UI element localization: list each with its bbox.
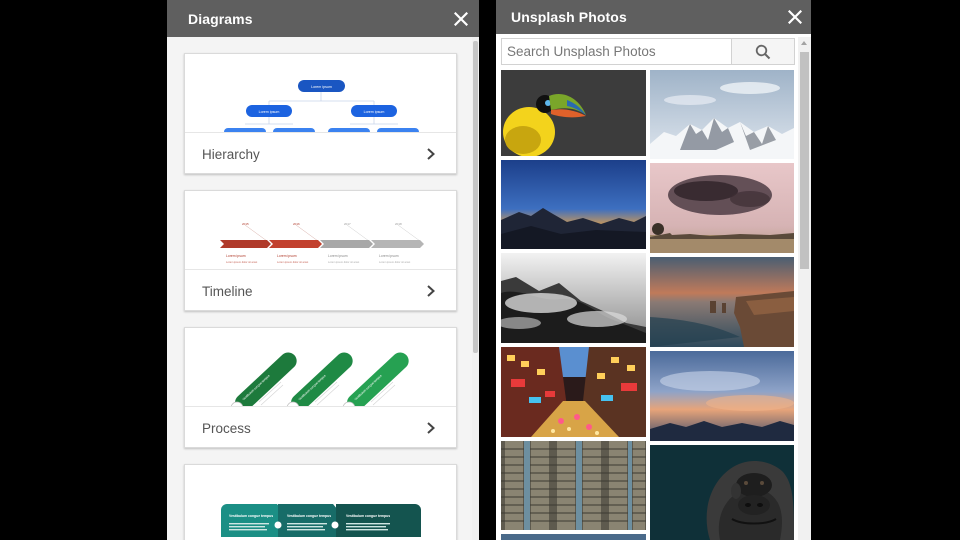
diagram-card-label: Timeline xyxy=(202,283,253,299)
photo-city-street-night[interactable] xyxy=(501,347,646,437)
chevron-right-icon xyxy=(426,422,436,434)
svg-text:2015: 2015 xyxy=(242,222,249,226)
svg-text:Vestibulum congue tempus: Vestibulum congue tempus xyxy=(287,514,331,518)
svg-text:Vestibulum congue tempus: Vestibulum congue tempus xyxy=(346,514,390,518)
timeline-step-1 xyxy=(220,240,271,248)
timeline-preview: 2015 2016 2017 2018 Lorem ipsum Lorem ip… xyxy=(185,191,456,269)
unsplash-scrollbar-thumb[interactable] xyxy=(800,52,809,269)
unsplash-header: Unsplash Photos xyxy=(496,0,811,34)
scroll-up-arrow-icon[interactable] xyxy=(801,41,807,45)
hierarchy-node-left-label: Lorem ipsum xyxy=(259,110,280,114)
svg-text:2018: 2018 xyxy=(395,222,402,226)
diagrams-scrollbar-thumb[interactable] xyxy=(473,41,478,353)
photo-toucan[interactable] xyxy=(501,70,646,156)
diagram-card-label: Hierarchy xyxy=(202,146,260,162)
search-input[interactable] xyxy=(501,38,731,65)
photo-sunset-clouds[interactable] xyxy=(650,351,794,441)
photo-apartment-tower[interactable] xyxy=(501,441,646,530)
search-button[interactable] xyxy=(731,38,795,65)
process-preview: Vestibulum congue tempus Vestibulum cong… xyxy=(185,328,456,406)
hierarchy-footer: Hierarchy xyxy=(185,132,456,173)
search-icon xyxy=(755,44,771,59)
process-footer: Process xyxy=(185,406,456,447)
diagram-card-hierarchy[interactable]: Lorem ipsum Lorem ipsum Lorem ipsum Hier… xyxy=(184,53,457,174)
timeline-footer: Timeline xyxy=(185,269,456,310)
photo-snowy-mountains[interactable] xyxy=(650,70,794,159)
steps-block-3 xyxy=(336,504,421,537)
diagrams-title: Diagrams xyxy=(188,10,253,27)
diagrams-sidebar: Diagrams Lorem ipsum Lorem ipsum Lorem i… xyxy=(167,0,479,540)
timeline-step-2 xyxy=(269,240,322,248)
search-bar xyxy=(501,38,795,65)
unsplash-title: Unsplash Photos xyxy=(511,9,627,25)
steps-preview: Vestibulum congue tempus Vestibulum cong… xyxy=(185,465,456,540)
chevron-right-icon xyxy=(426,285,436,297)
svg-text:Lorem ipsum dolor sit amet: Lorem ipsum dolor sit amet xyxy=(328,260,360,264)
svg-text:Lorem ipsum dolor sit amet: Lorem ipsum dolor sit amet xyxy=(277,260,309,264)
svg-text:Lorem ipsum: Lorem ipsum xyxy=(277,254,297,258)
photo-bird-murmuration[interactable] xyxy=(650,163,794,253)
steps-block-1 xyxy=(221,504,282,537)
photo-dusk-mountains[interactable] xyxy=(501,160,646,249)
diagram-card-label: Process xyxy=(202,420,251,436)
timeline-step-3 xyxy=(320,240,373,248)
svg-text:Vestibulum congue tempus: Vestibulum congue tempus xyxy=(229,514,273,518)
svg-text:2016: 2016 xyxy=(293,222,300,226)
diagram-list: Lorem ipsum Lorem ipsum Lorem ipsum Hier… xyxy=(167,37,472,540)
diagram-card-process[interactable]: Vestibulum congue tempus Vestibulum cong… xyxy=(184,327,457,448)
screen: Diagrams Lorem ipsum Lorem ipsum Lorem i… xyxy=(0,0,960,540)
photo-gorilla[interactable] xyxy=(650,445,794,540)
svg-text:Lorem ipsum dolor sit amet: Lorem ipsum dolor sit amet xyxy=(226,260,258,264)
hierarchy-preview: Lorem ipsum Lorem ipsum Lorem ipsum xyxy=(185,54,456,132)
hierarchy-root-label: Lorem ipsum xyxy=(311,85,332,89)
svg-text:Lorem ipsum: Lorem ipsum xyxy=(379,254,399,258)
steps-block-2 xyxy=(278,504,338,537)
timeline-step-4 xyxy=(371,240,424,248)
svg-text:Lorem ipsum dolor sit amet: Lorem ipsum dolor sit amet xyxy=(379,260,411,264)
close-icon[interactable] xyxy=(785,7,805,27)
diagram-card-timeline[interactable]: 2015 2016 2017 2018 Lorem ipsum Lorem ip… xyxy=(184,190,457,311)
svg-text:2017: 2017 xyxy=(344,222,351,226)
photo-coastline-sunset[interactable] xyxy=(650,257,794,347)
close-icon[interactable] xyxy=(451,9,471,29)
diagrams-scrollbar[interactable] xyxy=(472,37,479,540)
svg-text:Lorem ipsum: Lorem ipsum xyxy=(328,254,348,258)
photo-misty-forest[interactable] xyxy=(501,253,646,343)
chevron-right-icon xyxy=(426,148,436,160)
photo-next-left[interactable] xyxy=(501,534,646,540)
unsplash-sidebar: Unsplash Photos xyxy=(496,0,811,540)
diagrams-header: Diagrams xyxy=(167,0,479,37)
unsplash-scrollbar[interactable] xyxy=(798,37,811,540)
hierarchy-node-right-label: Lorem ipsum xyxy=(364,110,385,114)
diagram-card-steps[interactable]: Vestibulum congue tempus Vestibulum cong… xyxy=(184,464,457,540)
svg-text:Lorem ipsum: Lorem ipsum xyxy=(226,254,246,258)
